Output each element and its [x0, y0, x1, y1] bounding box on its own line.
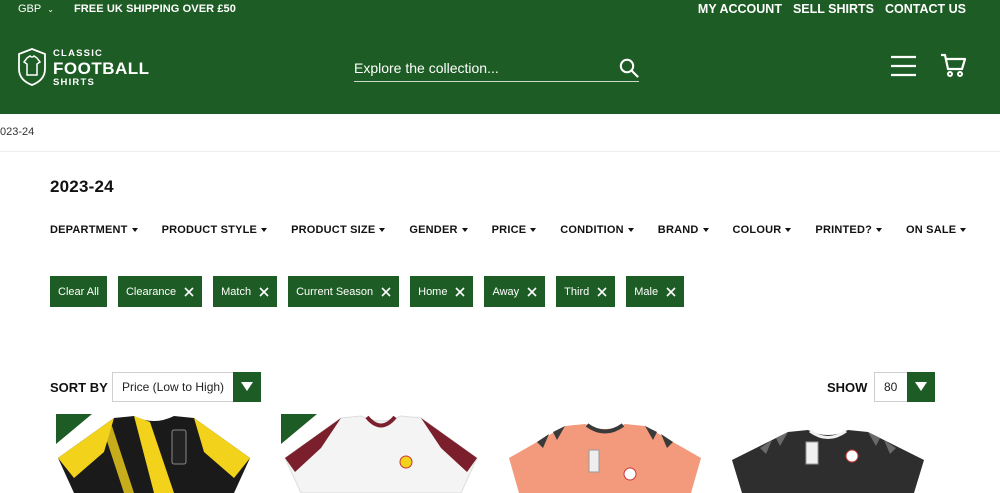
- page-title: 2023-24: [50, 177, 114, 196]
- logo-word-shirts: SHIRTS: [53, 76, 96, 88]
- chip-label: Away: [492, 285, 520, 298]
- chevron-down-icon: ⌄: [47, 4, 54, 14]
- chip-match[interactable]: Match: [213, 276, 278, 307]
- close-icon[interactable]: [184, 286, 194, 297]
- search-icon[interactable]: [619, 58, 639, 78]
- sell-shirts-link[interactable]: SELL SHIRTS: [793, 2, 874, 16]
- sort-select[interactable]: Price (Low to High): [112, 372, 261, 402]
- dropdown-arrow-icon[interactable]: [907, 372, 935, 402]
- chip-label: Home: [418, 285, 448, 298]
- currency-selector[interactable]: GBP ⌄: [18, 3, 54, 15]
- caret-down-icon: [261, 228, 268, 232]
- filter-label: COLOUR: [732, 224, 782, 236]
- chip-third[interactable]: Third: [556, 276, 616, 307]
- close-icon[interactable]: [381, 286, 391, 297]
- filter-product-size[interactable]: PRODUCT SIZE: [291, 224, 386, 236]
- filter-gender[interactable]: GENDER: [409, 224, 468, 236]
- close-icon[interactable]: [597, 286, 607, 297]
- caret-down-icon: [785, 228, 792, 232]
- chip-label: Match: [221, 285, 252, 298]
- vintage-badge-icon: [56, 414, 92, 444]
- product-image-orange-shirt[interactable]: [505, 412, 705, 493]
- chip-current-season[interactable]: Current Season: [288, 276, 400, 307]
- caret-down-icon: [960, 228, 967, 232]
- filter-department[interactable]: DEPARTMENT: [50, 224, 138, 236]
- shipping-banner: FREE UK SHIPPING OVER £50: [73, 3, 236, 15]
- chip-label: Clear All: [58, 285, 99, 298]
- sort-label: SORT BY: [50, 380, 108, 395]
- chip-label: Third: [564, 285, 590, 298]
- chip-label: Current Season: [296, 285, 374, 298]
- filter-label: PRODUCT STYLE: [161, 224, 258, 236]
- caret-down-icon: [461, 228, 468, 232]
- caret-down-icon: [627, 228, 634, 232]
- close-icon[interactable]: [259, 286, 269, 297]
- filter-product-style[interactable]: PRODUCT STYLE: [162, 224, 268, 236]
- caret-down-icon: [131, 228, 138, 232]
- per-page-select[interactable]: 80: [874, 372, 935, 402]
- caret-down-icon: [379, 228, 386, 232]
- currency-label: GBP: [18, 3, 42, 15]
- account-links: MY ACCOUNT SELL SHIRTS CONTACT US: [698, 2, 966, 16]
- chip-clearance[interactable]: Clearance: [117, 276, 203, 307]
- sort-value: Price (Low to High): [122, 380, 225, 394]
- filter-brand[interactable]: BRAND: [658, 224, 709, 236]
- shirt-shield-icon: [18, 48, 46, 86]
- chip-label: Male: [634, 285, 659, 298]
- per-page-value: 80: [884, 380, 898, 394]
- clear-all-button[interactable]: Clear All: [50, 276, 107, 307]
- show-label: SHOW: [827, 380, 868, 395]
- dropdown-arrow-icon[interactable]: [233, 372, 261, 402]
- my-account-link[interactable]: MY ACCOUNT: [698, 2, 782, 16]
- hamburger-menu-icon[interactable]: [890, 54, 917, 78]
- logo-word-classic: CLASSIC: [53, 48, 104, 59]
- breadcrumb[interactable]: 023-24: [0, 126, 34, 138]
- divider: [0, 151, 1000, 152]
- filter-label: BRAND: [657, 224, 699, 236]
- product-card[interactable]: [54, 412, 254, 493]
- product-card[interactable]: [728, 412, 928, 493]
- filter-label: PRINTED?: [815, 224, 873, 236]
- filter-label: PRODUCT SIZE: [291, 224, 376, 236]
- product-image-black-shirt[interactable]: [728, 412, 928, 493]
- filter-on-sale[interactable]: ON SALE: [906, 224, 967, 236]
- chip-away[interactable]: Away: [484, 276, 546, 307]
- close-icon[interactable]: [527, 286, 537, 297]
- product-card[interactable]: [505, 412, 705, 493]
- site-header: GBP ⌄ FREE UK SHIPPING OVER £50 MY ACCOU…: [0, 0, 1000, 114]
- filter-price[interactable]: PRICE: [492, 224, 537, 236]
- filter-label: ON SALE: [906, 224, 957, 236]
- filter-printed[interactable]: PRINTED?: [815, 224, 883, 236]
- filter-label: PRICE: [491, 224, 527, 236]
- site-logo[interactable]: CLASSIC FOOTBALL SHIRTS: [16, 47, 149, 87]
- product-card[interactable]: [281, 412, 481, 493]
- search-input[interactable]: Explore the collection...: [354, 60, 499, 76]
- search-bar[interactable]: Explore the collection...: [354, 56, 639, 82]
- topbar-left: GBP ⌄ FREE UK SHIPPING OVER £50: [18, 3, 236, 15]
- chip-male[interactable]: Male: [626, 276, 685, 307]
- chip-label: Clearance: [125, 285, 177, 298]
- caret-down-icon: [530, 228, 537, 232]
- filter-label: CONDITION: [560, 224, 624, 236]
- chip-home[interactable]: Home: [410, 276, 474, 307]
- active-filters: Clear All Clearance Match Current Season…: [50, 276, 685, 307]
- filter-condition[interactable]: CONDITION: [560, 224, 634, 236]
- filter-label: DEPARTMENT: [50, 224, 128, 236]
- close-icon[interactable]: [455, 286, 466, 297]
- filter-colour[interactable]: COLOUR: [733, 224, 792, 236]
- vintage-badge-icon: [281, 414, 317, 444]
- filter-label: GENDER: [409, 224, 458, 236]
- caret-down-icon: [702, 228, 709, 232]
- caret-down-icon: [876, 228, 883, 232]
- filter-bar: DEPARTMENT PRODUCT STYLE PRODUCT SIZE GE…: [50, 224, 990, 236]
- close-icon[interactable]: [666, 286, 676, 297]
- logo-word-football: FOOTBALL: [53, 58, 150, 78]
- contact-us-link[interactable]: CONTACT US: [885, 2, 966, 16]
- cart-icon[interactable]: [940, 52, 966, 78]
